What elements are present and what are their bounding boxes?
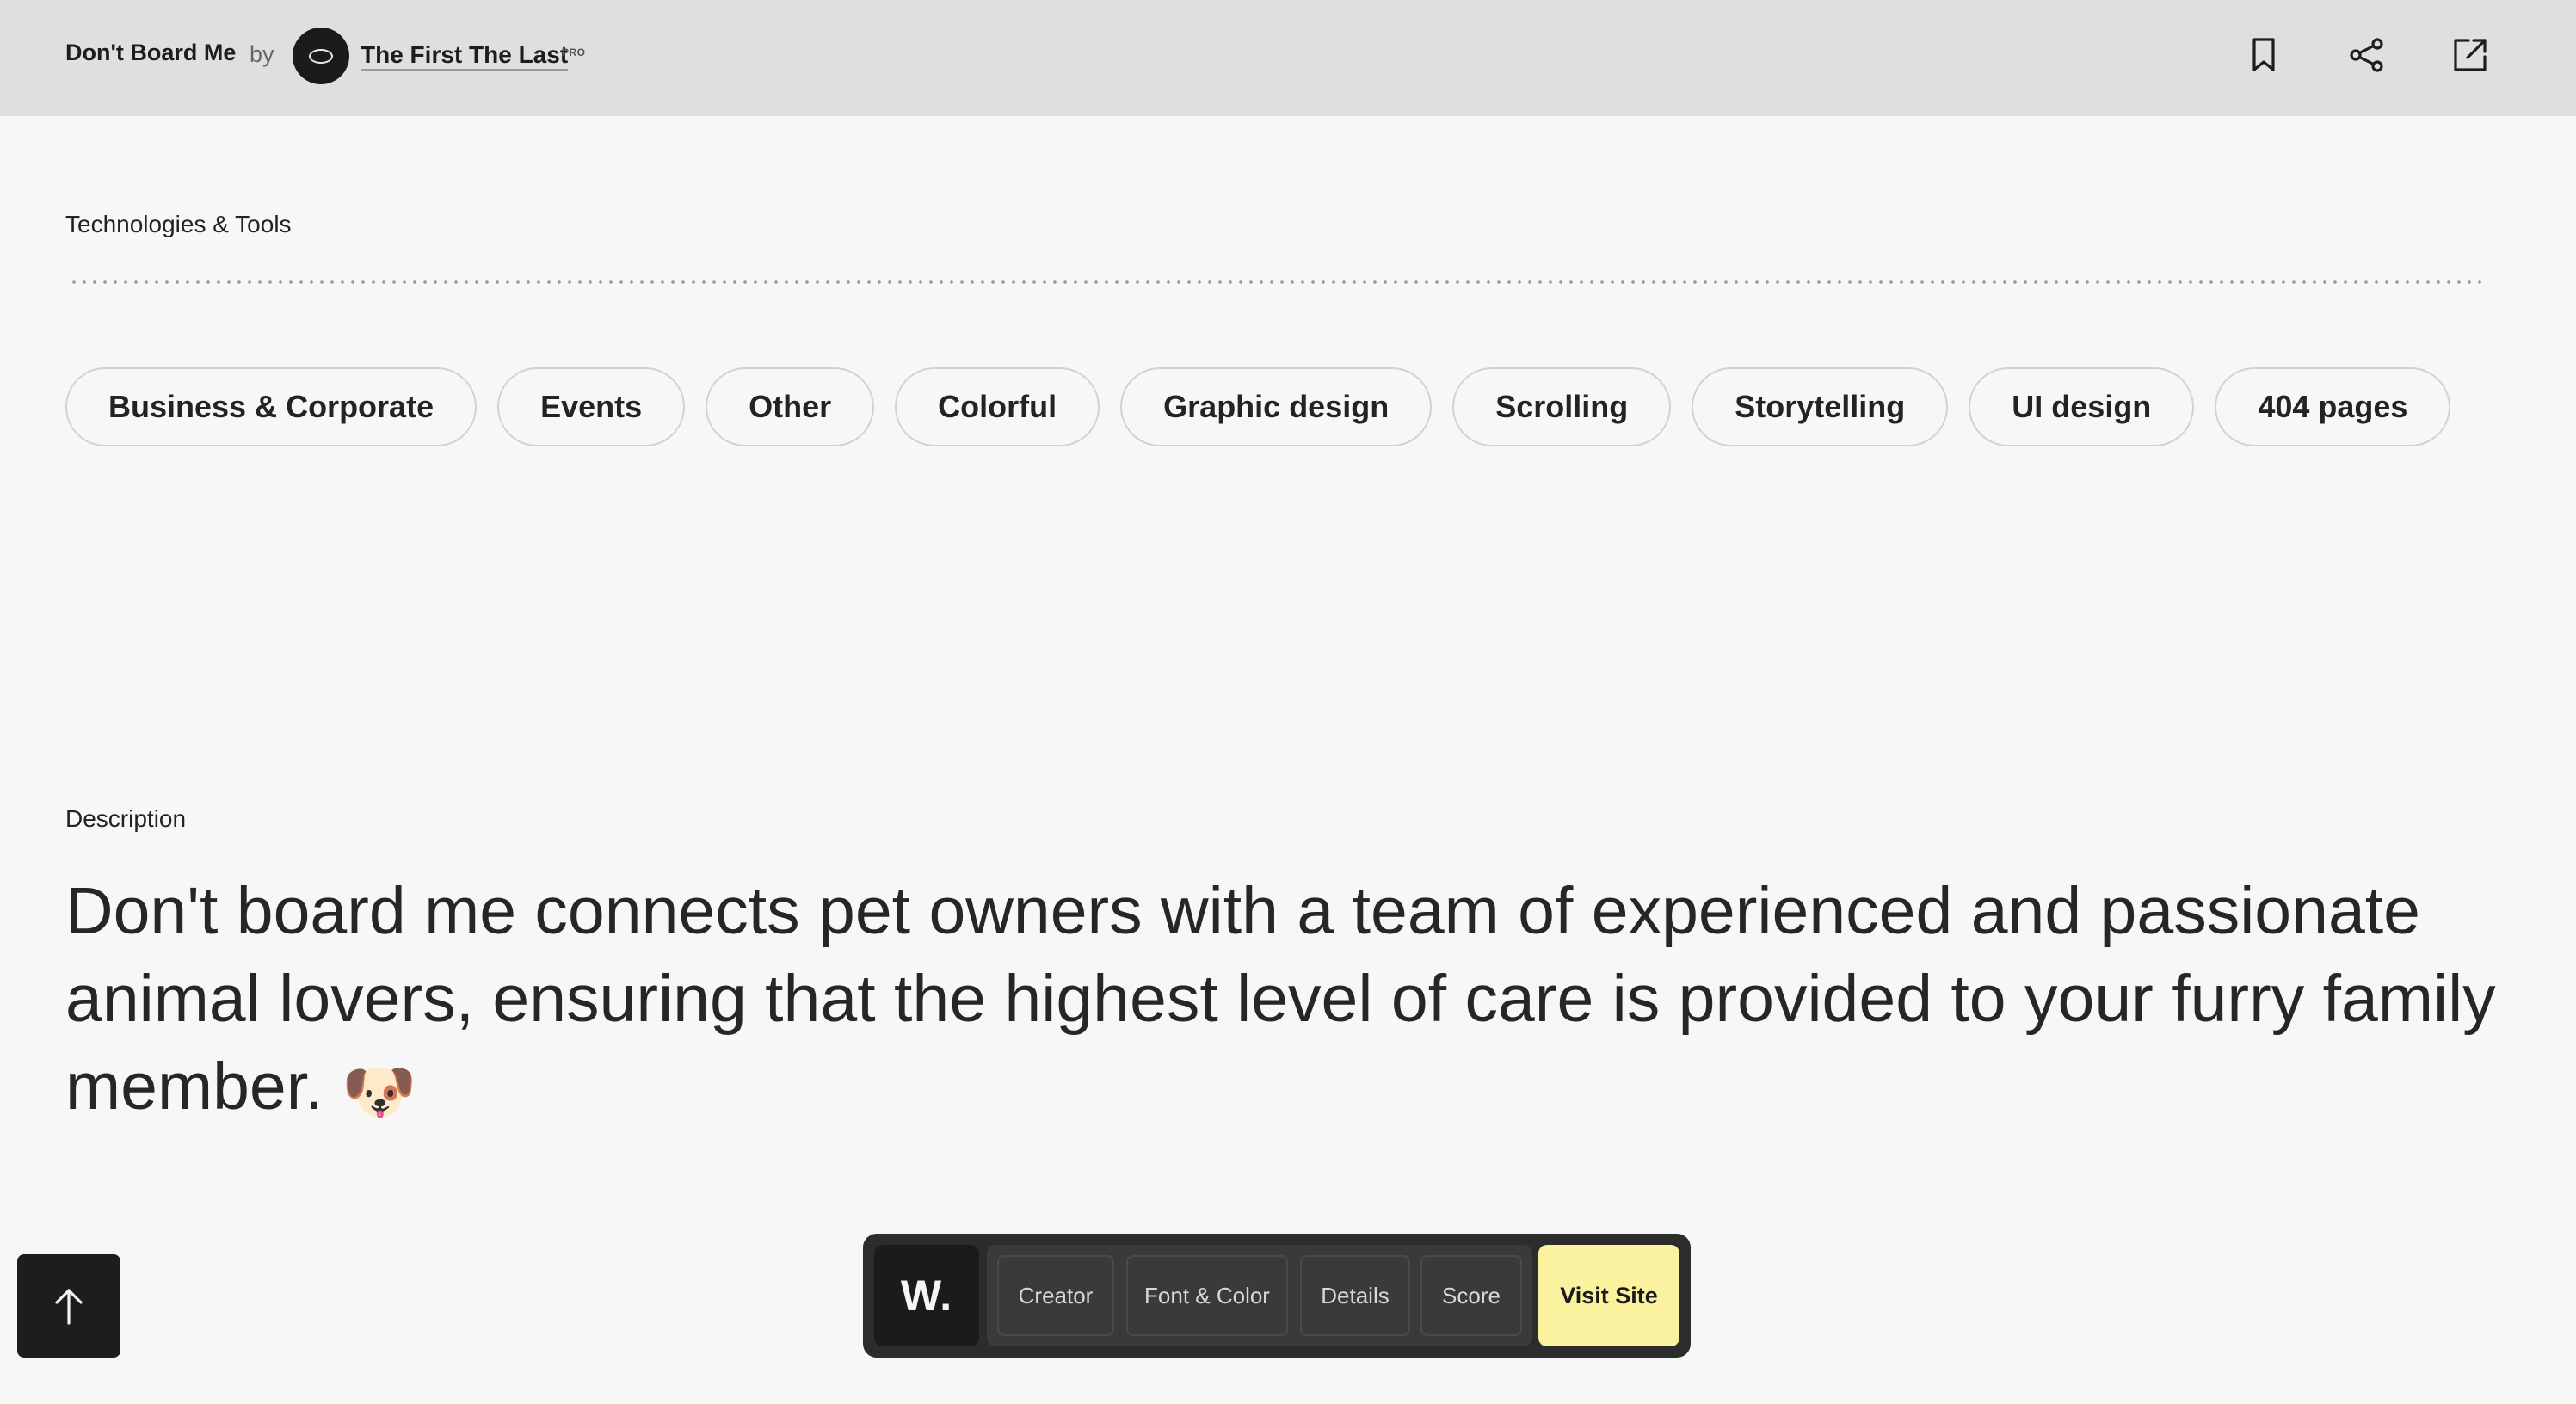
tag-ui-design[interactable]: UI design bbox=[1969, 367, 2195, 446]
font-color-nav-button[interactable]: Font & Color bbox=[1126, 1255, 1288, 1336]
bottom-nav-bar: W. Creator Font & Color Details Score Vi… bbox=[863, 1234, 1691, 1358]
tag-404-pages[interactable]: 404 pages bbox=[2215, 367, 2451, 446]
tag-events[interactable]: Events bbox=[497, 367, 686, 446]
dotted-divider bbox=[69, 280, 2487, 284]
external-link-icon[interactable] bbox=[2446, 31, 2494, 79]
top-header: Don't Board Me by The First The Last PRO bbox=[0, 0, 2576, 116]
description-label: Description bbox=[65, 805, 187, 832]
nav-group: Creator Font & Color Details Score bbox=[987, 1245, 1532, 1346]
technologies-label: Technologies & Tools bbox=[65, 211, 292, 237]
visit-site-button[interactable]: Visit Site bbox=[1538, 1245, 1679, 1346]
bookmark-icon[interactable] bbox=[2240, 31, 2288, 79]
creator-link[interactable]: The First The Last bbox=[361, 42, 569, 71]
tag-colorful[interactable]: Colorful bbox=[895, 367, 1100, 446]
tag-business-corporate[interactable]: Business & Corporate bbox=[65, 367, 478, 446]
tag-other[interactable]: Other bbox=[706, 367, 875, 446]
description-text: Don't board me connects pet owners with … bbox=[65, 867, 2526, 1136]
pro-badge: PRO bbox=[562, 46, 586, 58]
site-title: Don't Board Me bbox=[65, 40, 237, 65]
tag-graphic-design[interactable]: Graphic design bbox=[1120, 367, 1433, 446]
creator-avatar[interactable] bbox=[293, 28, 349, 84]
by-label: by bbox=[250, 41, 274, 67]
score-nav-button[interactable]: Score bbox=[1420, 1255, 1522, 1336]
dog-emoji: 🐶 bbox=[341, 1058, 417, 1125]
description-body: Don't board me connects pet owners with … bbox=[65, 874, 2496, 1124]
back-to-top-button[interactable] bbox=[17, 1254, 120, 1358]
arrow-up-icon bbox=[55, 1289, 83, 1325]
tag-list: Business & Corporate Events Other Colorf… bbox=[65, 367, 2451, 446]
details-nav-button[interactable]: Details bbox=[1300, 1255, 1410, 1336]
creator-nav-button[interactable]: Creator bbox=[997, 1255, 1114, 1336]
tag-scrolling[interactable]: Scrolling bbox=[1452, 367, 1672, 446]
w-logo[interactable]: W. bbox=[874, 1245, 979, 1346]
share-icon[interactable] bbox=[2343, 31, 2391, 79]
tag-storytelling[interactable]: Storytelling bbox=[1692, 367, 1949, 446]
